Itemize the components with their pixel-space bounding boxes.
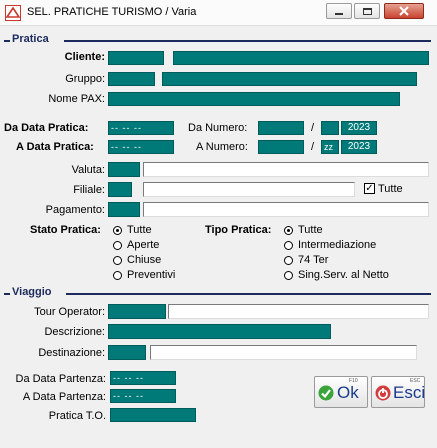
- filiale-description-field[interactable]: [143, 182, 355, 197]
- ok-button-label: Ok: [337, 383, 359, 402]
- gruppo-code-field[interactable]: [108, 72, 155, 86]
- pagamento-code-field[interactable]: [108, 202, 140, 217]
- tipo-74ter-radio[interactable]: [284, 256, 293, 268]
- destinazione-name-field[interactable]: [150, 345, 417, 360]
- minimize-button[interactable]: [326, 3, 352, 19]
- a-data-partenza-label: A Data Partenza:: [22, 391, 106, 403]
- tipo-tutte-radio[interactable]: [284, 226, 293, 238]
- stato-pratica-label: Stato Pratica:: [30, 224, 101, 236]
- nome-pax-field[interactable]: [108, 92, 400, 106]
- viaggio-group-line: [66, 293, 431, 295]
- pratica-to-label: Pratica T.O.: [48, 410, 106, 422]
- gruppo-label: Gruppo:: [65, 73, 105, 85]
- minimize-icon: [335, 12, 343, 15]
- cliente-name-field[interactable]: [173, 51, 429, 65]
- close-button[interactable]: [384, 3, 424, 19]
- tipo-singserv-radio[interactable]: [284, 271, 293, 283]
- destinazione-code-field[interactable]: [108, 345, 146, 360]
- da-data-partenza-field[interactable]: -- -- --: [110, 371, 176, 385]
- stato-aperte-label: Aperte: [127, 239, 160, 251]
- a-data-pratica-field[interactable]: -- -- --: [108, 140, 174, 154]
- valuta-description-field[interactable]: [143, 162, 429, 177]
- close-icon: [399, 6, 409, 16]
- stato-chiuse-label: Chiuse: [127, 254, 162, 266]
- tutte-filiali-label: Tutte: [378, 183, 403, 195]
- pratica-group-line-left: [4, 40, 10, 42]
- pratica-group-title: Pratica: [12, 33, 49, 45]
- pagamento-label: Pagamento:: [45, 204, 105, 216]
- da-numero-field[interactable]: [258, 121, 304, 135]
- tutte-filiali-checkbox[interactable]: ✓: [364, 183, 375, 194]
- maximize-button[interactable]: [354, 3, 380, 19]
- filiale-code-field[interactable]: [108, 182, 132, 197]
- pagamento-description-field[interactable]: [143, 202, 429, 217]
- da-data-partenza-label: Da Data Partenza:: [15, 373, 107, 385]
- a-numero-field[interactable]: [258, 140, 304, 154]
- a-anno-field[interactable]: 2023: [341, 140, 377, 154]
- filiale-label: Filiale:: [73, 184, 105, 196]
- esci-button[interactable]: ESC Esci: [371, 376, 425, 408]
- stato-tutte-label: Tutte: [127, 224, 152, 236]
- descrizione-label: Descrizione:: [44, 326, 105, 338]
- checkmark-icon: ✓: [365, 182, 374, 194]
- cliente-code-field[interactable]: [108, 51, 164, 65]
- destinazione-label: Destinazione:: [38, 347, 105, 359]
- cliente-label: Cliente:: [64, 51, 105, 63]
- a-numero-label: A Numero:: [196, 141, 248, 153]
- esci-button-label: Esci: [393, 383, 426, 402]
- viaggio-group-line-left: [4, 293, 10, 295]
- window-title: SEL. PRATICHE TURISMO / Varia: [27, 6, 197, 18]
- da-anno-field[interactable]: 2023: [341, 121, 377, 135]
- tour-operator-label: Tour Operator:: [34, 306, 105, 318]
- exit-icon: [375, 385, 391, 401]
- a-numero-slash: /: [311, 141, 315, 153]
- tipo-intermediazione-label: Intermediazione: [298, 239, 377, 251]
- pratica-group-line: [64, 40, 431, 42]
- da-numero-label: Da Numero:: [188, 122, 248, 134]
- gruppo-name-field[interactable]: [162, 72, 417, 86]
- app-icon[interactable]: [5, 5, 21, 21]
- da-data-pratica-label: Da Data Pratica:: [4, 122, 89, 134]
- stato-chiuse-radio[interactable]: [113, 256, 122, 268]
- a-data-pratica-label: A Data Pratica:: [16, 141, 94, 153]
- tour-operator-name-field[interactable]: [168, 304, 429, 319]
- tipo-intermediazione-radio[interactable]: [284, 241, 293, 253]
- maximize-icon: [362, 7, 372, 15]
- stato-tutte-radio[interactable]: [113, 226, 122, 238]
- da-numero-suffix-field[interactable]: [321, 121, 339, 135]
- tipo-pratica-label: Tipo Pratica:: [205, 224, 272, 236]
- checkmark-icon: [318, 385, 334, 401]
- stato-preventivi-label: Preventivi: [127, 269, 176, 281]
- viaggio-group-title: Viaggio: [12, 286, 52, 298]
- tipo-singserv-label: Sing.Serv. al Netto: [298, 269, 389, 281]
- descrizione-field[interactable]: [108, 324, 331, 339]
- tour-operator-code-field[interactable]: [108, 304, 166, 319]
- valuta-label: Valuta:: [71, 164, 105, 176]
- a-data-partenza-field[interactable]: -- -- --: [110, 389, 176, 403]
- pratica-to-field[interactable]: [110, 408, 196, 422]
- ok-button[interactable]: F10 Ok: [314, 376, 368, 408]
- valuta-code-field[interactable]: [108, 162, 140, 177]
- nome-pax-label: Nome PAX:: [48, 93, 105, 105]
- da-data-pratica-field[interactable]: -- -- --: [108, 121, 174, 135]
- tipo-tutte-label: Tutte: [298, 224, 323, 236]
- stato-aperte-radio[interactable]: [113, 241, 122, 253]
- stato-preventivi-radio[interactable]: [113, 271, 122, 283]
- tipo-74ter-label: 74 Ter: [298, 254, 329, 266]
- a-numero-suffix-field[interactable]: zz: [321, 140, 339, 154]
- da-numero-slash: /: [311, 122, 315, 134]
